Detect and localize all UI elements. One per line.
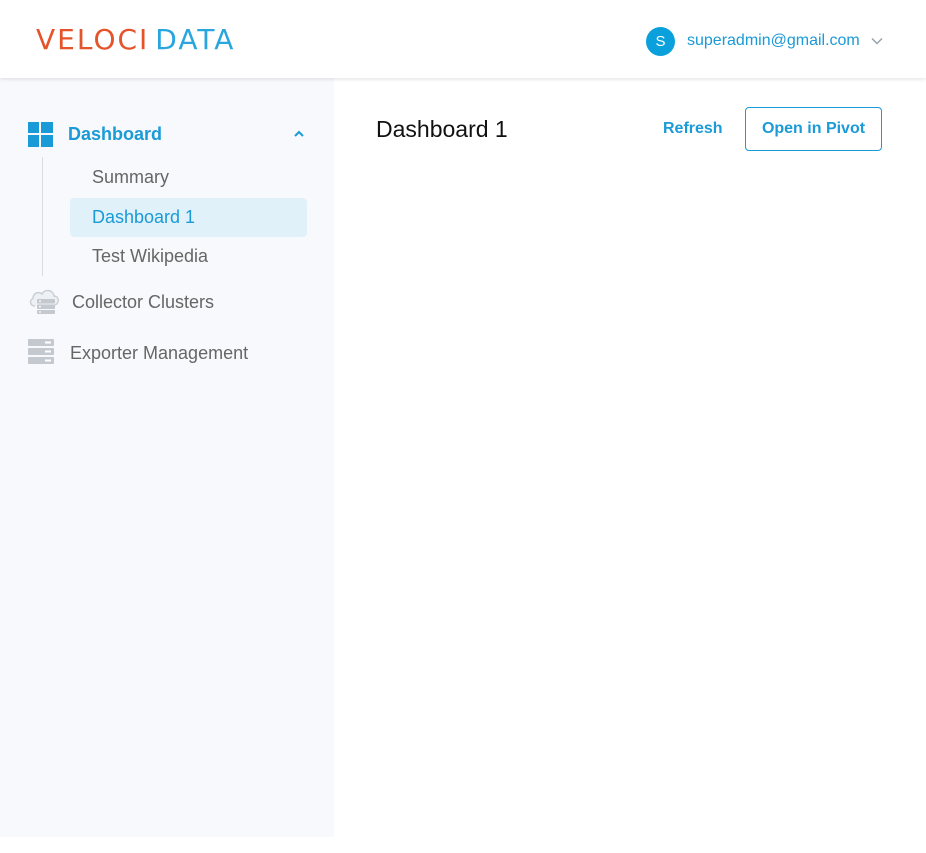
page-title: Dashboard 1	[376, 116, 508, 142]
logo-text-data: DATA	[155, 23, 236, 56]
sidebar-item-label: Exporter Management	[70, 342, 249, 363]
server-rack-icon	[28, 338, 58, 369]
top-bar: VELOCI DATA S superadmin@gmail.com	[0, 0, 926, 78]
sidebar-item-test-wikipedia[interactable]: Test Wikipedia	[70, 237, 307, 276]
sidebar: Dashboard Summary Dashboard 1 Test Wikip…	[0, 78, 334, 837]
avatar: S	[646, 26, 675, 56]
open-in-pivot-button[interactable]: Open in Pivot	[745, 107, 882, 151]
sidebar-group-dashboard[interactable]: Dashboard	[28, 121, 306, 147]
chevron-up-icon[interactable]	[292, 127, 306, 141]
chevron-down-icon	[870, 34, 884, 48]
sidebar-item-dashboard-1[interactable]: Dashboard 1	[70, 198, 307, 237]
sidebar-item-exporter-management[interactable]: Exporter Management	[28, 338, 248, 368]
cloud-server-icon	[28, 286, 60, 319]
user-email: superadmin@gmail.com	[687, 32, 860, 49]
sidebar-item-label: Collector Clusters	[72, 291, 215, 312]
sidebar-item-summary[interactable]: Summary	[70, 158, 307, 197]
velocidata-logo[interactable]: VELOCI DATA	[36, 23, 235, 57]
main-content: Dashboard 1 Refresh Open in Pivot	[334, 78, 926, 837]
refresh-button[interactable]: Refresh	[663, 120, 723, 138]
subnav-guide-line	[42, 157, 43, 276]
dashboard-grid-icon	[28, 121, 53, 147]
sidebar-item-collector-clusters[interactable]: Collector Clusters	[28, 287, 214, 317]
sidebar-group-label: Dashboard	[68, 123, 163, 144]
logo-text-veloci: VELOCI	[36, 23, 150, 56]
user-menu[interactable]: S superadmin@gmail.com	[646, 26, 884, 56]
